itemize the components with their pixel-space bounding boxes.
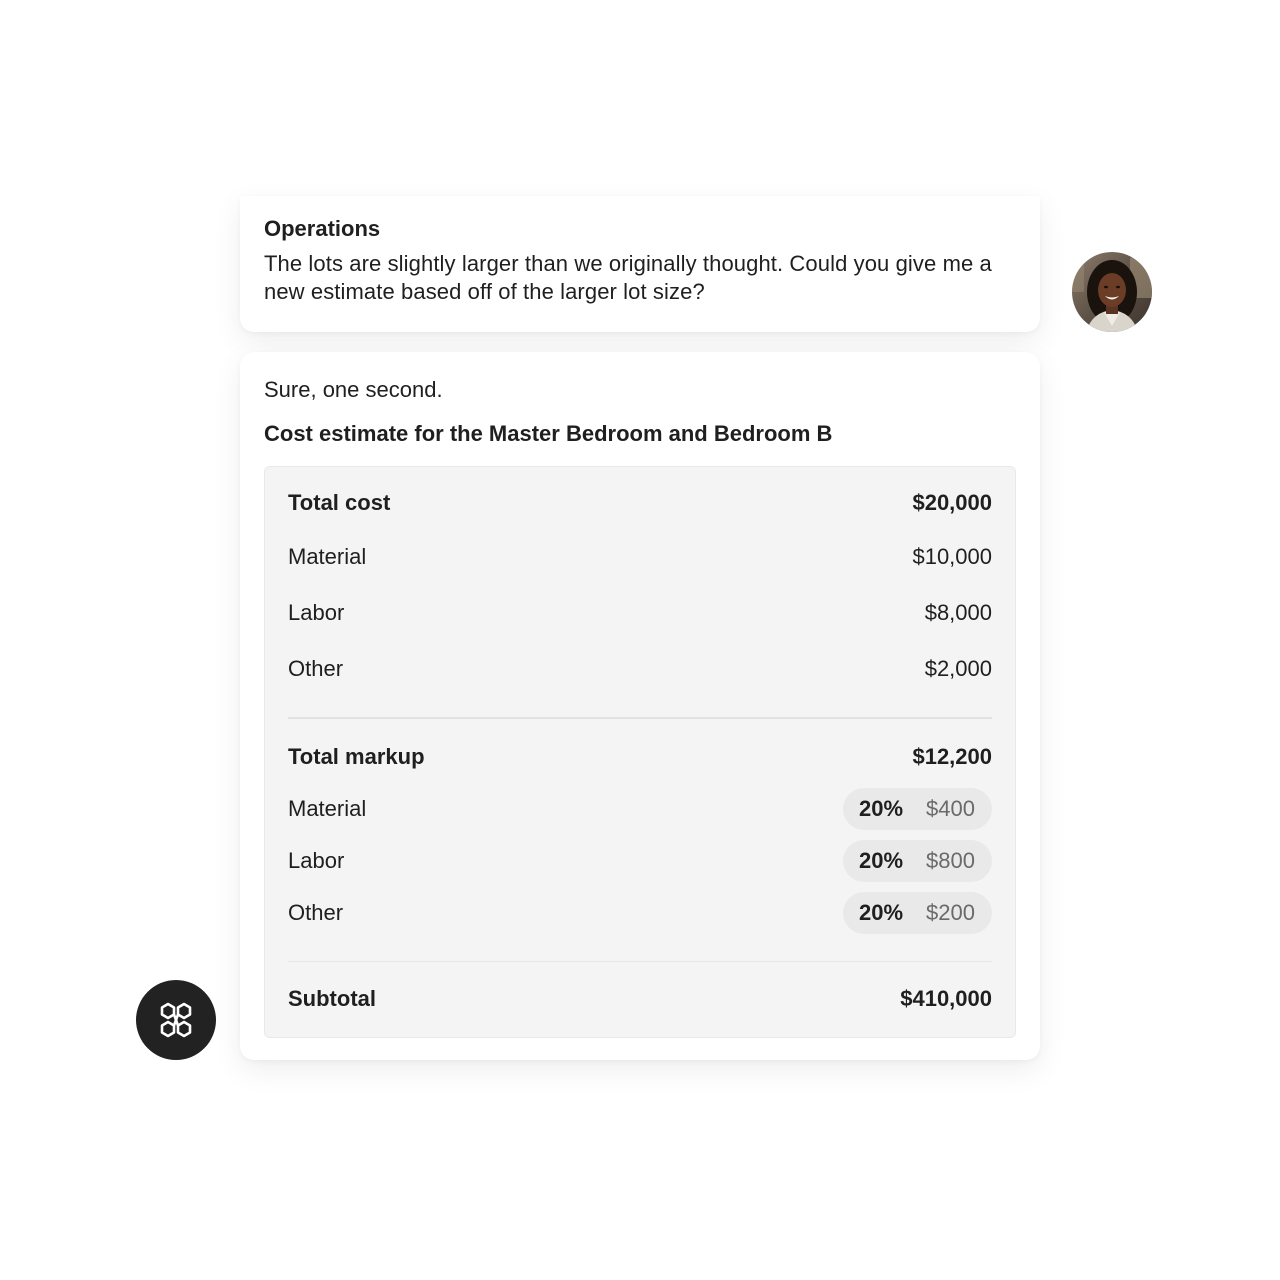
cost-row-other: Other $2,000	[288, 653, 992, 685]
markup-percent: 20%	[859, 796, 904, 821]
subtotal-divider	[288, 961, 992, 962]
markup-row-other: Other 20% $200	[288, 892, 992, 934]
cost-item-label: Labor	[288, 600, 345, 625]
total-cost-value: $20,000	[912, 490, 992, 515]
sender-name: Operations	[264, 216, 381, 241]
avatar-portrait-icon	[1072, 252, 1152, 332]
markup-item-label: Material	[288, 796, 367, 821]
markup-amount: $200	[926, 900, 975, 925]
assistant-intro-text: Sure, one second.	[264, 377, 443, 402]
markup-row-labor: Labor 20% $800	[288, 840, 992, 882]
markup-row-material: Material 20% $400	[288, 788, 992, 830]
subtotal-row: Subtotal $410,000	[288, 983, 992, 1015]
section-divider	[288, 717, 992, 719]
cost-estimate-table: Total cost $20,000 Material $10,000 Labo…	[264, 466, 1016, 1038]
cost-item-value: $8,000	[924, 600, 992, 625]
markup-pill: 20% $800	[843, 840, 992, 882]
cost-row-material: Material $10,000	[288, 541, 992, 573]
user-message-text: The lots are slightly larger than we ori…	[264, 251, 992, 304]
user-avatar	[1072, 252, 1152, 332]
markup-amount: $800	[926, 848, 975, 873]
cost-item-label: Material	[288, 544, 367, 569]
cost-row-labor: Labor $8,000	[288, 597, 992, 629]
total-markup-value: $12,200	[912, 744, 992, 769]
markup-percent: 20%	[859, 848, 904, 873]
chat-stage: Operations The lots are slightly larger …	[0, 0, 1280, 1280]
assistant-message-card: Sure, one second. Cost estimate for the …	[240, 352, 1040, 1060]
markup-item-label: Other	[288, 900, 344, 925]
markup-item-label: Labor	[288, 848, 345, 873]
total-cost-label: Total cost	[288, 490, 391, 515]
subtotal-value: $410,000	[900, 986, 992, 1011]
total-markup-label: Total markup	[288, 744, 425, 769]
assistant-logo-icon	[160, 1002, 192, 1038]
markup-amount: $400	[926, 796, 975, 821]
estimate-title: Cost estimate for the Master Bedroom and…	[264, 421, 833, 446]
markup-pill: 20% $400	[843, 788, 992, 830]
assistant-avatar	[136, 980, 216, 1060]
markup-percent: 20%	[859, 900, 904, 925]
markup-pill: 20% $200	[843, 892, 992, 934]
cost-item-label: Other	[288, 656, 344, 681]
subtotal-label: Subtotal	[288, 986, 376, 1011]
user-message-card: Operations The lots are slightly larger …	[240, 196, 1040, 332]
total-markup-row: Total markup $12,200	[288, 741, 992, 773]
cost-item-value: $10,000	[912, 544, 992, 569]
total-cost-row: Total cost $20,000	[288, 487, 992, 519]
cost-item-value: $2,000	[924, 656, 992, 681]
